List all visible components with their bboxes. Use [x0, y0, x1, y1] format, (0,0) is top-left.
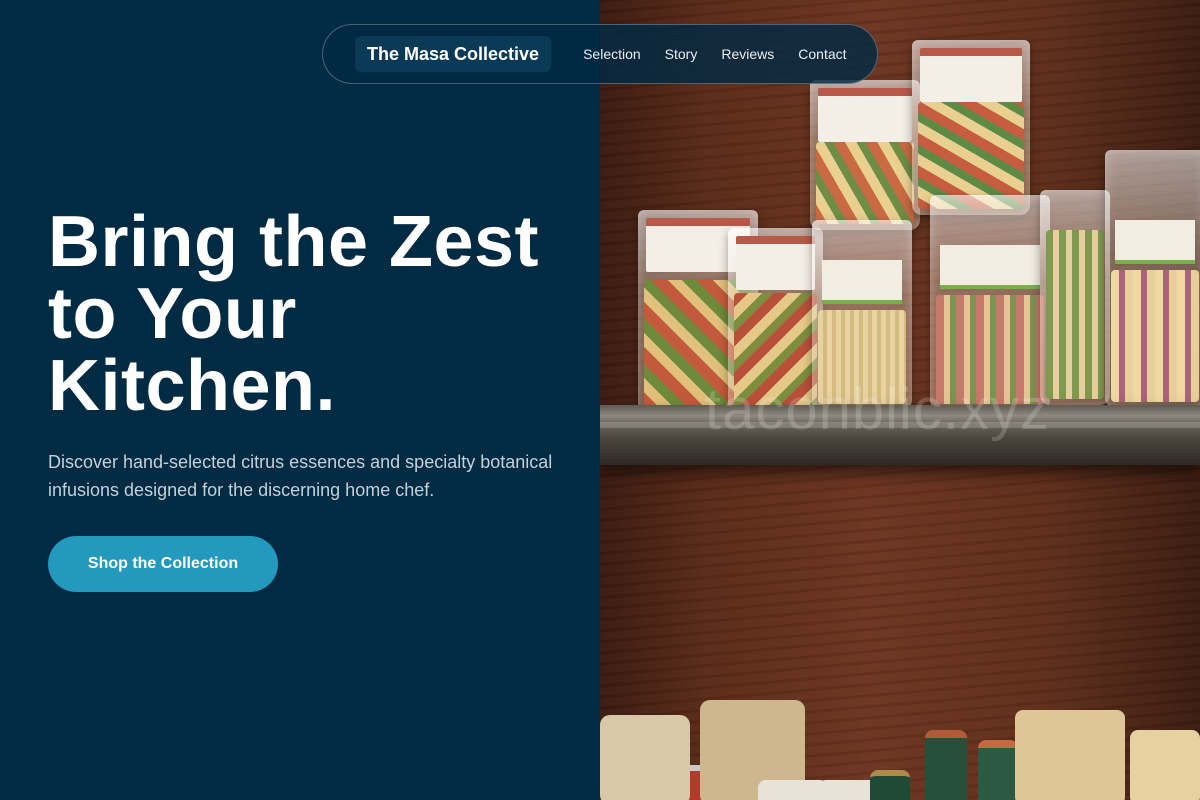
hero-title-line: Bring the Zest — [48, 202, 540, 282]
hero-title-line: to Your — [48, 274, 297, 354]
nav-link-reviews[interactable]: Reviews — [721, 46, 774, 62]
shop-collection-button[interactable]: Shop the Collection — [48, 536, 278, 592]
pasta-bag — [912, 40, 1030, 215]
hero-title-line: Kitchen. — [48, 346, 337, 426]
bag-small — [600, 715, 690, 800]
pasta-bag — [1105, 150, 1200, 408]
bottle — [978, 740, 1018, 800]
watermark-text: taconblic.xyz — [705, 377, 1051, 442]
nav-link-story[interactable]: Story — [665, 46, 698, 62]
pasta-bag-small — [1015, 710, 1125, 800]
hero-title: Bring the Zest to Your Kitchen. — [48, 206, 588, 422]
pasta-bag — [810, 80, 920, 230]
bottle — [925, 730, 967, 800]
landing-page: taconblic.xyz The Masa Collective Select… — [0, 0, 1200, 800]
nav-link-selection[interactable]: Selection — [583, 46, 641, 62]
pasta-bag — [1040, 190, 1110, 405]
hero-subtitle: Discover hand-selected citrus essences a… — [48, 452, 553, 500]
hero-photo-pantry-shelf: taconblic.xyz — [600, 0, 1200, 800]
nav-link-contact[interactable]: Contact — [798, 46, 846, 62]
brand-logo[interactable]: The Masa Collective — [355, 36, 552, 72]
jar — [818, 780, 878, 800]
top-navigation: The Masa Collective Selection Story Revi… — [322, 24, 878, 84]
bottle — [870, 770, 910, 800]
pasta-bag-small — [1130, 730, 1200, 800]
